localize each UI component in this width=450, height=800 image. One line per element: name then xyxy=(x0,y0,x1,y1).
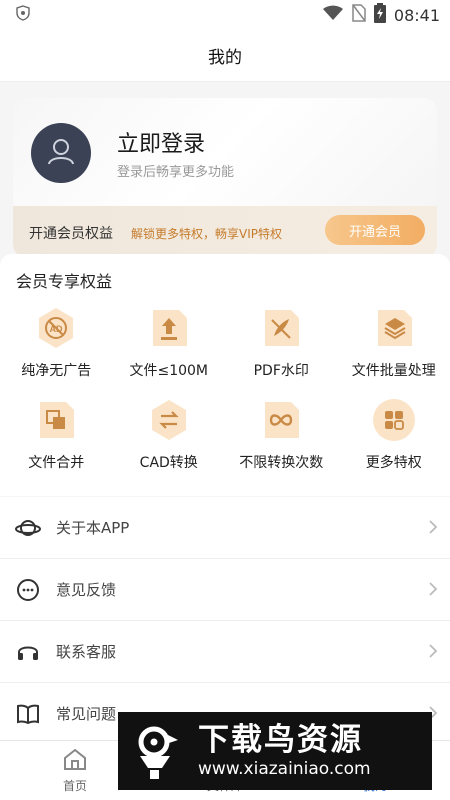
no-sim-icon xyxy=(352,4,366,26)
chat-icon xyxy=(14,576,42,604)
watermark-url: www.xiazainiao.com xyxy=(198,759,371,779)
open-vip-button[interactable]: 开通会员 xyxy=(325,215,425,245)
benefit-file-size[interactable]: 文件≤100M xyxy=(113,306,226,398)
benefit-unlimited[interactable]: 不限转换次数 xyxy=(225,398,338,490)
planet-icon xyxy=(14,514,42,542)
grid-icon xyxy=(372,398,416,442)
battery-icon xyxy=(373,3,386,27)
swap-icon xyxy=(147,398,191,442)
benefit-label: CAD转换 xyxy=(139,455,198,471)
book-icon xyxy=(14,700,42,728)
page-title: 我的 xyxy=(0,30,450,82)
benefit-more[interactable]: 更多特权 xyxy=(338,398,450,490)
avatar[interactable] xyxy=(31,123,91,183)
benefits-grid: AD 纯净无广告 文件≤100M PDF水印 文件批量处理 文 xyxy=(0,306,450,490)
profile-section: 立即登录 登录后畅享更多功能 开通会员权益 解锁更多特权，畅享VIP特权 开通会… xyxy=(0,82,450,258)
benefit-label: 不限转换次数 xyxy=(239,455,324,471)
menu-item-feedback[interactable]: 意见反馈 xyxy=(0,559,450,621)
benefit-no-ads[interactable]: AD 纯净无广告 xyxy=(0,306,113,398)
vip-label: 开通会员权益 xyxy=(29,226,113,242)
status-bar: 08:41 xyxy=(0,0,450,30)
benefit-label: 纯净无广告 xyxy=(21,363,92,379)
tab-label: 首页 xyxy=(62,779,87,793)
login-title[interactable]: 立即登录 xyxy=(117,126,205,158)
benefit-cad[interactable]: CAD转换 xyxy=(113,398,226,490)
home-icon xyxy=(62,747,88,775)
site-watermark: 下载鸟资源 www.xiazainiao.com xyxy=(118,712,432,790)
upload-icon xyxy=(147,306,191,350)
profile-card[interactable]: 立即登录 登录后畅享更多功能 开通会员权益 解锁更多特权，畅享VIP特权 开通会… xyxy=(13,98,437,258)
watermark-title: 下载鸟资源 xyxy=(198,722,363,758)
chevron-right-icon xyxy=(428,643,438,663)
menu-label: 常见问题 xyxy=(56,705,117,723)
layers-icon xyxy=(372,306,416,350)
merge-icon xyxy=(34,398,78,442)
benefit-merge[interactable]: 文件合并 xyxy=(0,398,113,490)
login-subtitle: 登录后畅享更多功能 xyxy=(117,165,235,180)
menu-label: 关于本APP xyxy=(56,519,130,537)
user-avatar-icon xyxy=(46,136,76,170)
benefit-label: PDF水印 xyxy=(253,363,309,379)
status-time: 08:41 xyxy=(393,5,440,25)
benefit-label: 更多特权 xyxy=(365,455,422,471)
benefit-label: 文件批量处理 xyxy=(351,363,436,379)
chevron-right-icon xyxy=(428,519,438,539)
vip-benefits-panel: 会员专享权益 AD 纯净无广告 文件≤100M PDF水印 文件批量处理 xyxy=(0,254,450,496)
benefit-label: 文件≤100M xyxy=(129,363,209,379)
settings-menu: 关于本APP 意见反馈 联系客服 常见问题 xyxy=(0,497,450,745)
menu-label: 意见反馈 xyxy=(56,581,117,599)
benefit-label: 文件合并 xyxy=(28,455,85,471)
ad-block-icon: AD xyxy=(34,306,78,350)
bird-logo-icon xyxy=(128,720,190,782)
benefit-batch[interactable]: 文件批量处理 xyxy=(338,306,450,398)
chevron-right-icon xyxy=(428,581,438,601)
shield-icon xyxy=(16,5,30,25)
benefit-pdf-watermark[interactable]: PDF水印 xyxy=(225,306,338,398)
benefits-title: 会员专享权益 xyxy=(16,272,113,291)
wifi-icon xyxy=(322,5,344,25)
menu-item-customer-service[interactable]: 联系客服 xyxy=(0,621,450,683)
vip-description: 解锁更多特权，畅享VIP特权 xyxy=(131,227,282,241)
menu-label: 联系客服 xyxy=(56,643,117,661)
pdf-watermark-icon xyxy=(259,306,303,350)
headset-icon xyxy=(14,638,42,666)
menu-item-about[interactable]: 关于本APP xyxy=(0,497,450,559)
infinity-icon xyxy=(259,398,303,442)
